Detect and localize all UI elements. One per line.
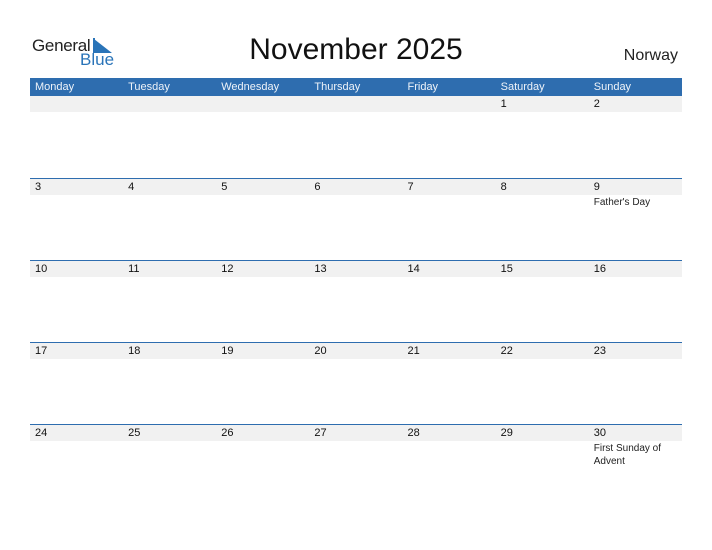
day-cell: 28 <box>403 425 496 468</box>
day-number: 27 <box>314 427 327 439</box>
weekday-friday: Friday <box>407 81 439 93</box>
day-cell: 3 <box>30 179 123 209</box>
page-title: November 2025 <box>249 33 463 66</box>
weekday-thursday: Thursday <box>314 81 361 93</box>
day-number: 19 <box>221 345 234 357</box>
day-cell: 22 <box>496 343 589 359</box>
day-cell: 24 <box>30 425 123 468</box>
day-number <box>128 96 216 112</box>
day-number: 12 <box>221 263 234 275</box>
day-cell: 7 <box>403 179 496 209</box>
day-cell: 2 <box>589 96 682 112</box>
day-number <box>408 96 496 112</box>
day-number: 16 <box>593 263 606 275</box>
day-cell: 26 <box>216 425 309 468</box>
holiday-label: First Sunday of Advent <box>593 443 662 467</box>
day-cell: 11 <box>123 261 216 277</box>
day-cell <box>123 96 216 112</box>
day-number: 9 <box>593 181 600 193</box>
day-cell: 13 <box>309 261 402 277</box>
day-number <box>314 96 402 112</box>
day-number: 22 <box>500 345 513 357</box>
day-cell: 17 <box>30 343 123 359</box>
day-number: 3 <box>35 181 42 193</box>
week-row: 17 18 19 20 21 22 23 <box>30 342 682 424</box>
day-number: 18 <box>128 345 141 357</box>
day-number <box>221 96 309 112</box>
day-cell: 25 <box>123 425 216 468</box>
day-cell <box>403 96 496 112</box>
day-cell: 9 Father's Day <box>589 179 682 209</box>
day-number: 17 <box>35 345 48 357</box>
holiday-label: Father's Day <box>593 197 651 208</box>
day-cell <box>216 96 309 112</box>
day-number: 21 <box>407 345 420 357</box>
day-cell: 5 <box>216 179 309 209</box>
day-cell <box>309 96 402 112</box>
day-cell: 29 <box>496 425 589 468</box>
day-number: 28 <box>407 427 420 439</box>
day-number: 13 <box>314 263 327 275</box>
day-number: 15 <box>500 263 513 275</box>
day-cell <box>30 96 123 112</box>
day-cell: 23 <box>589 343 682 359</box>
weekday-wednesday: Wednesday <box>221 81 280 93</box>
day-number: 1 <box>500 98 507 110</box>
weekday-header: Monday Tuesday Wednesday Thursday Friday… <box>30 78 682 96</box>
day-number: 14 <box>407 263 420 275</box>
country-label: Norway <box>623 47 678 64</box>
day-cell: 14 <box>403 261 496 277</box>
day-number <box>35 96 123 112</box>
week-days: 12 <box>30 96 682 112</box>
week-row: 24 25 26 27 28 29 30 First Sunday of Advent <box>30 424 682 506</box>
day-number: 8 <box>500 181 507 193</box>
day-number: 4 <box>128 181 135 193</box>
day-number: 10 <box>35 263 48 275</box>
day-cell: 30 First Sunday of Advent <box>589 425 682 468</box>
day-number: 7 <box>407 181 414 193</box>
day-number: 25 <box>128 427 141 439</box>
day-number: 6 <box>314 181 321 193</box>
week-days: 10 11 12 13 14 15 16 <box>30 261 682 277</box>
week-days: 3 4 5 6 7 8 9 Father's Day <box>30 179 682 209</box>
day-cell: 15 <box>496 261 589 277</box>
day-number: 29 <box>500 427 513 439</box>
day-cell: 10 <box>30 261 123 277</box>
day-number: 24 <box>35 427 48 439</box>
day-number: 11 <box>128 263 140 275</box>
calendar-grid: Monday Tuesday Wednesday Thursday Friday… <box>30 78 682 506</box>
week-row: 3 4 5 6 7 8 9 Father's Day <box>30 178 682 260</box>
day-cell: 27 <box>309 425 402 468</box>
week-row: 12 <box>30 96 682 178</box>
day-cell: 4 <box>123 179 216 209</box>
weekday-sunday: Sunday <box>593 81 632 93</box>
day-cell: 8 <box>496 179 589 209</box>
day-number: 26 <box>221 427 234 439</box>
week-days: 24 25 26 27 28 29 30 First Sunday of Advent <box>30 425 682 468</box>
day-number: 30 <box>593 427 606 439</box>
day-cell: 21 <box>403 343 496 359</box>
day-cell: 20 <box>309 343 402 359</box>
week-days: 17 18 19 20 21 22 23 <box>30 343 682 359</box>
day-number: 2 <box>593 98 600 110</box>
weekday-saturday: Saturday <box>500 81 545 93</box>
day-cell: 12 <box>216 261 309 277</box>
day-cell: 18 <box>123 343 216 359</box>
day-cell: 6 <box>309 179 402 209</box>
day-cell: 19 <box>216 343 309 359</box>
day-cell: 16 <box>589 261 682 277</box>
day-number: 5 <box>221 181 228 193</box>
weekday-tuesday: Tuesday <box>128 81 170 93</box>
day-number: 23 <box>593 345 606 357</box>
weekday-monday: Monday <box>35 81 75 93</box>
day-number: 20 <box>314 345 327 357</box>
day-cell: 1 <box>496 96 589 112</box>
week-row: 10 11 12 13 14 15 16 <box>30 260 682 342</box>
